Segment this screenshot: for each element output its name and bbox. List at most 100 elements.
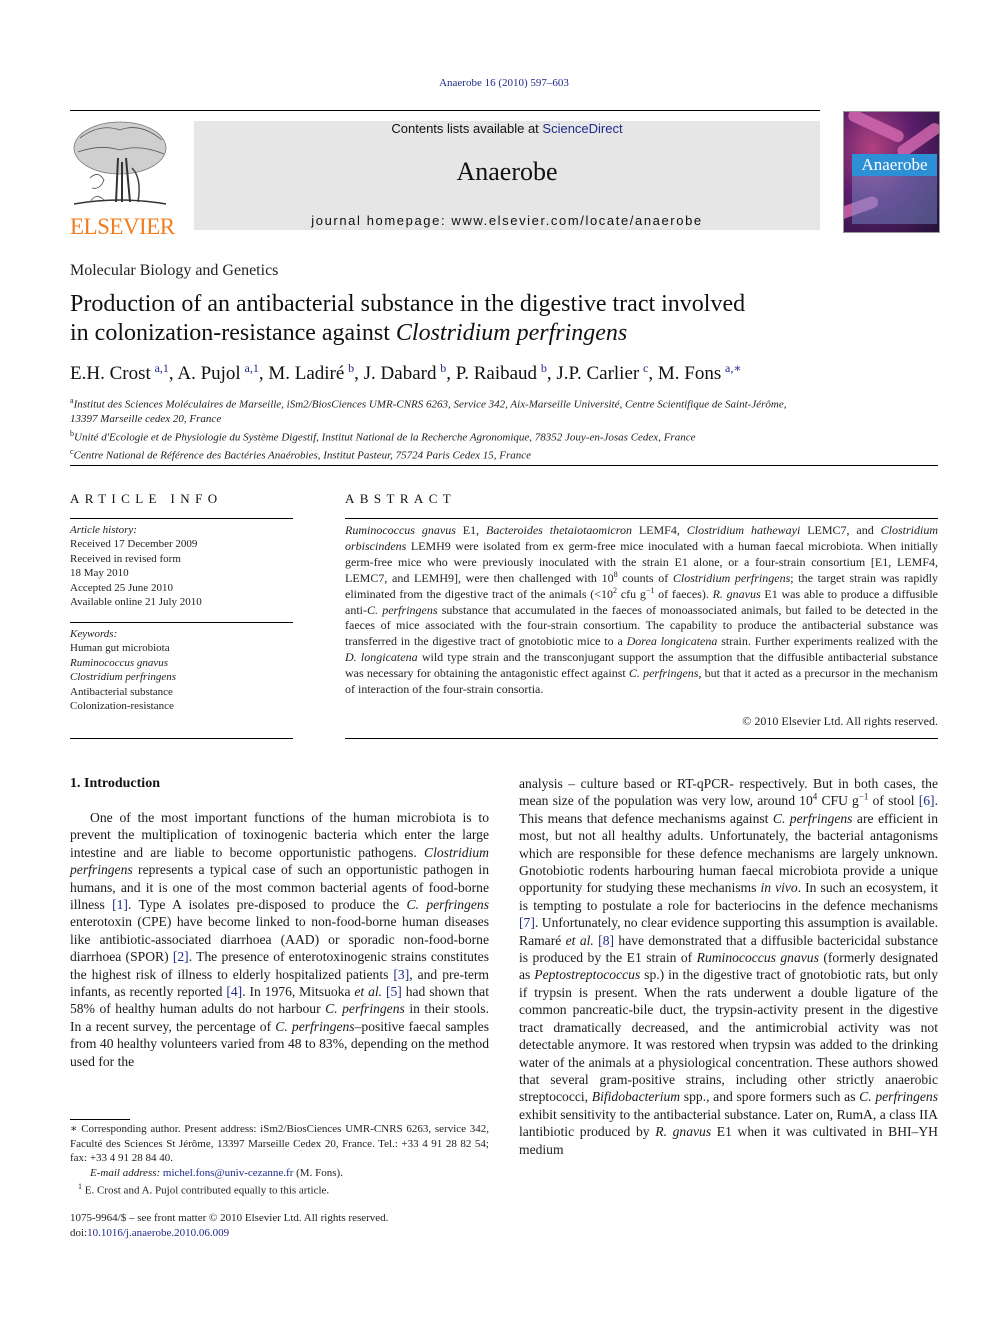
author-name[interactable]: J. Dabard bbox=[364, 363, 437, 384]
author-affiliation-mark[interactable]: a,1 bbox=[155, 361, 169, 375]
equal-contribution-text: E. Crost and A. Pujol contributed equall… bbox=[82, 1184, 330, 1197]
affiliation-text: Unité d'Ecologie et de Physiologie du Sy… bbox=[74, 431, 696, 444]
history-list: Received 17 December 2009 Received in rev… bbox=[70, 537, 202, 609]
contents-availability: Contents lists available at ScienceDirec… bbox=[194, 121, 820, 136]
author-name[interactable]: E.H. Crost bbox=[70, 363, 151, 384]
footnote-rule bbox=[70, 1119, 130, 1120]
author-affiliation-mark[interactable]: c bbox=[643, 361, 648, 375]
affiliation-text-continued: 13397 Marseille cedex 20, France bbox=[70, 413, 222, 426]
divider-rule bbox=[345, 738, 938, 739]
italic-term: Dorea longicatena bbox=[626, 634, 718, 649]
affiliation-text: Institut des Sciences Moléculaires de Ma… bbox=[73, 398, 787, 411]
equal-contribution-note: 1 E. Crost and A. Pujol contributed equa… bbox=[70, 1180, 489, 1198]
journal-cover-image[interactable]: Anaerobe bbox=[843, 111, 940, 233]
journal-homepage[interactable]: journal homepage: www.elsevier.com/locat… bbox=[194, 213, 820, 228]
front-matter: 1075-9964/$ – see front matter © 2010 El… bbox=[70, 1211, 489, 1240]
journal-title: Anaerobe bbox=[456, 157, 558, 186]
author-name[interactable]: M. Ladiré bbox=[268, 363, 344, 384]
citation-link[interactable]: [3] bbox=[393, 967, 409, 982]
citation-link[interactable]: [4] bbox=[226, 984, 242, 999]
doi-label: doi: bbox=[70, 1226, 88, 1239]
author-name[interactable]: M. Fons bbox=[658, 363, 721, 384]
elsevier-wordmark: ELSEVIER bbox=[70, 214, 175, 239]
author-affiliation-mark[interactable]: b bbox=[541, 361, 547, 375]
citation-link[interactable]: [2] bbox=[173, 949, 189, 964]
author[interactable]: E.H. Crost a,1 bbox=[70, 361, 169, 384]
email-note: E-mail address: michel.fons@univ-cezanne… bbox=[70, 1166, 489, 1181]
italic-term: Bifidobacterium bbox=[591, 1089, 681, 1105]
italic-term: Clostridium perfringens bbox=[70, 844, 489, 878]
author-affiliation-mark[interactable]: b bbox=[348, 361, 354, 375]
history-label: Article history: bbox=[70, 524, 137, 536]
citation-link[interactable]: [5] bbox=[386, 984, 402, 999]
history-entry: Received 17 December 2009 bbox=[70, 538, 198, 551]
divider-rule bbox=[70, 738, 293, 739]
italic-term: Ruminococcus gnavus bbox=[345, 523, 456, 537]
italic-term: C. perfringens bbox=[859, 1089, 938, 1105]
keyword: Clostridium perfringens bbox=[70, 671, 177, 684]
article-history: Article history: Received 17 December 20… bbox=[70, 523, 202, 609]
italic-term: C. perfringens bbox=[772, 810, 853, 826]
author[interactable]: P. Raibaud b bbox=[456, 361, 547, 384]
divider-rule bbox=[70, 518, 293, 519]
affiliation-text: Centre National de Référence des Bactéri… bbox=[73, 449, 531, 462]
keyword-list: Human gut microbiota Ruminococcus gnavus C… bbox=[70, 641, 176, 713]
italic-term: C. perfringens bbox=[628, 666, 699, 681]
citation-link[interactable]: [8] bbox=[598, 933, 614, 948]
citation-link[interactable]: [6] bbox=[919, 793, 935, 808]
article-info-heading: ARTICLE INFO bbox=[70, 491, 223, 506]
superscript: −1 bbox=[645, 585, 655, 595]
author-name[interactable]: A. Pujol bbox=[177, 363, 240, 384]
italic-term: R. gnavus bbox=[655, 1124, 712, 1140]
divider-rule bbox=[70, 622, 293, 623]
italic-term: et al. bbox=[565, 932, 594, 948]
history-entry: Accepted 25 June 2010 bbox=[70, 581, 173, 594]
body-column-left: One of the most important functions of t… bbox=[70, 809, 489, 1070]
superscript: −1 bbox=[858, 791, 869, 802]
keyword: Antibacterial substance bbox=[70, 685, 173, 698]
italic-term: Peptostreptococcus bbox=[534, 967, 641, 983]
body-column-right: analysis – culture based or RT-qPCR- res… bbox=[519, 775, 938, 1158]
affiliation: cCentre National de Référence des Bactér… bbox=[70, 445, 950, 463]
sciencedirect-link[interactable]: ScienceDirect bbox=[542, 121, 622, 136]
cover-bacterium-shape bbox=[846, 112, 906, 145]
author[interactable]: M. Fons a,∗ bbox=[658, 361, 742, 384]
intro-paragraph-1-continued: analysis – culture based or RT-qPCR- res… bbox=[519, 776, 939, 1157]
italic-term: Bacteroides thetaiotaomicron bbox=[485, 523, 632, 537]
keywords: Keywords: Human gut microbiota Ruminococc… bbox=[70, 627, 176, 713]
author-name[interactable]: P. Raibaud bbox=[456, 363, 537, 384]
author-affiliation-mark[interactable]: a,1 bbox=[245, 361, 259, 375]
affiliations: aInstitut des Sciences Moléculaires de M… bbox=[70, 394, 950, 463]
author[interactable]: M. Ladiré b bbox=[268, 361, 354, 384]
author-affiliation-mark[interactable]: a,∗ bbox=[725, 361, 741, 375]
citation-link[interactable]: [7] bbox=[519, 915, 535, 930]
author-affiliation-mark[interactable]: b bbox=[440, 361, 446, 375]
italic-term: Ruminococcus gnavus bbox=[696, 950, 819, 966]
italic-term: D. longicatena bbox=[345, 650, 418, 665]
abstract-heading: ABSTRACT bbox=[345, 491, 457, 506]
italic-term: in vivo bbox=[760, 880, 798, 896]
history-entry: 18 May 2010 bbox=[70, 567, 129, 580]
email-suffix: (M. Fons). bbox=[293, 1166, 343, 1179]
affiliation: aInstitut des Sciences Moléculaires de M… bbox=[70, 394, 950, 412]
doi-link[interactable]: 10.1016/j.anaerobe.2010.06.009 bbox=[87, 1227, 229, 1239]
author[interactable]: J. Dabard b bbox=[364, 361, 447, 384]
keywords-label: Keywords: bbox=[70, 628, 118, 640]
author[interactable]: J.P. Carlier c bbox=[556, 361, 648, 384]
elsevier-logo[interactable]: ELSEVIER bbox=[70, 118, 175, 238]
superscript: 4 bbox=[812, 791, 818, 802]
email-label: E-mail address: bbox=[90, 1166, 163, 1179]
title-line-2-prefix: in colonization-resistance against bbox=[70, 320, 396, 346]
author-name[interactable]: J.P. Carlier bbox=[556, 363, 639, 384]
journal-reference-link[interactable]: Anaerobe 16 (2010) 597–603 bbox=[0, 77, 992, 89]
italic-term: C. perfringens bbox=[367, 602, 438, 617]
citation-link[interactable]: [1] bbox=[112, 897, 128, 912]
abstract-copyright: © 2010 Elsevier Ltd. All rights reserved… bbox=[742, 714, 938, 728]
author-list: E.H. Crost a,1, A. Pujol a,1, M. Ladiré … bbox=[70, 361, 742, 384]
affiliation: bUnité d'Ecologie et de Physiologie du S… bbox=[70, 427, 950, 445]
author[interactable]: A. Pujol a,1 bbox=[177, 361, 259, 384]
history-entry: Received in revised form bbox=[70, 552, 181, 565]
title-organism: Clostridium perfringens bbox=[395, 320, 628, 346]
email-link[interactable]: michel.fons@univ-cezanne.fr bbox=[163, 1167, 293, 1179]
cover-title: Anaerobe bbox=[852, 154, 937, 176]
